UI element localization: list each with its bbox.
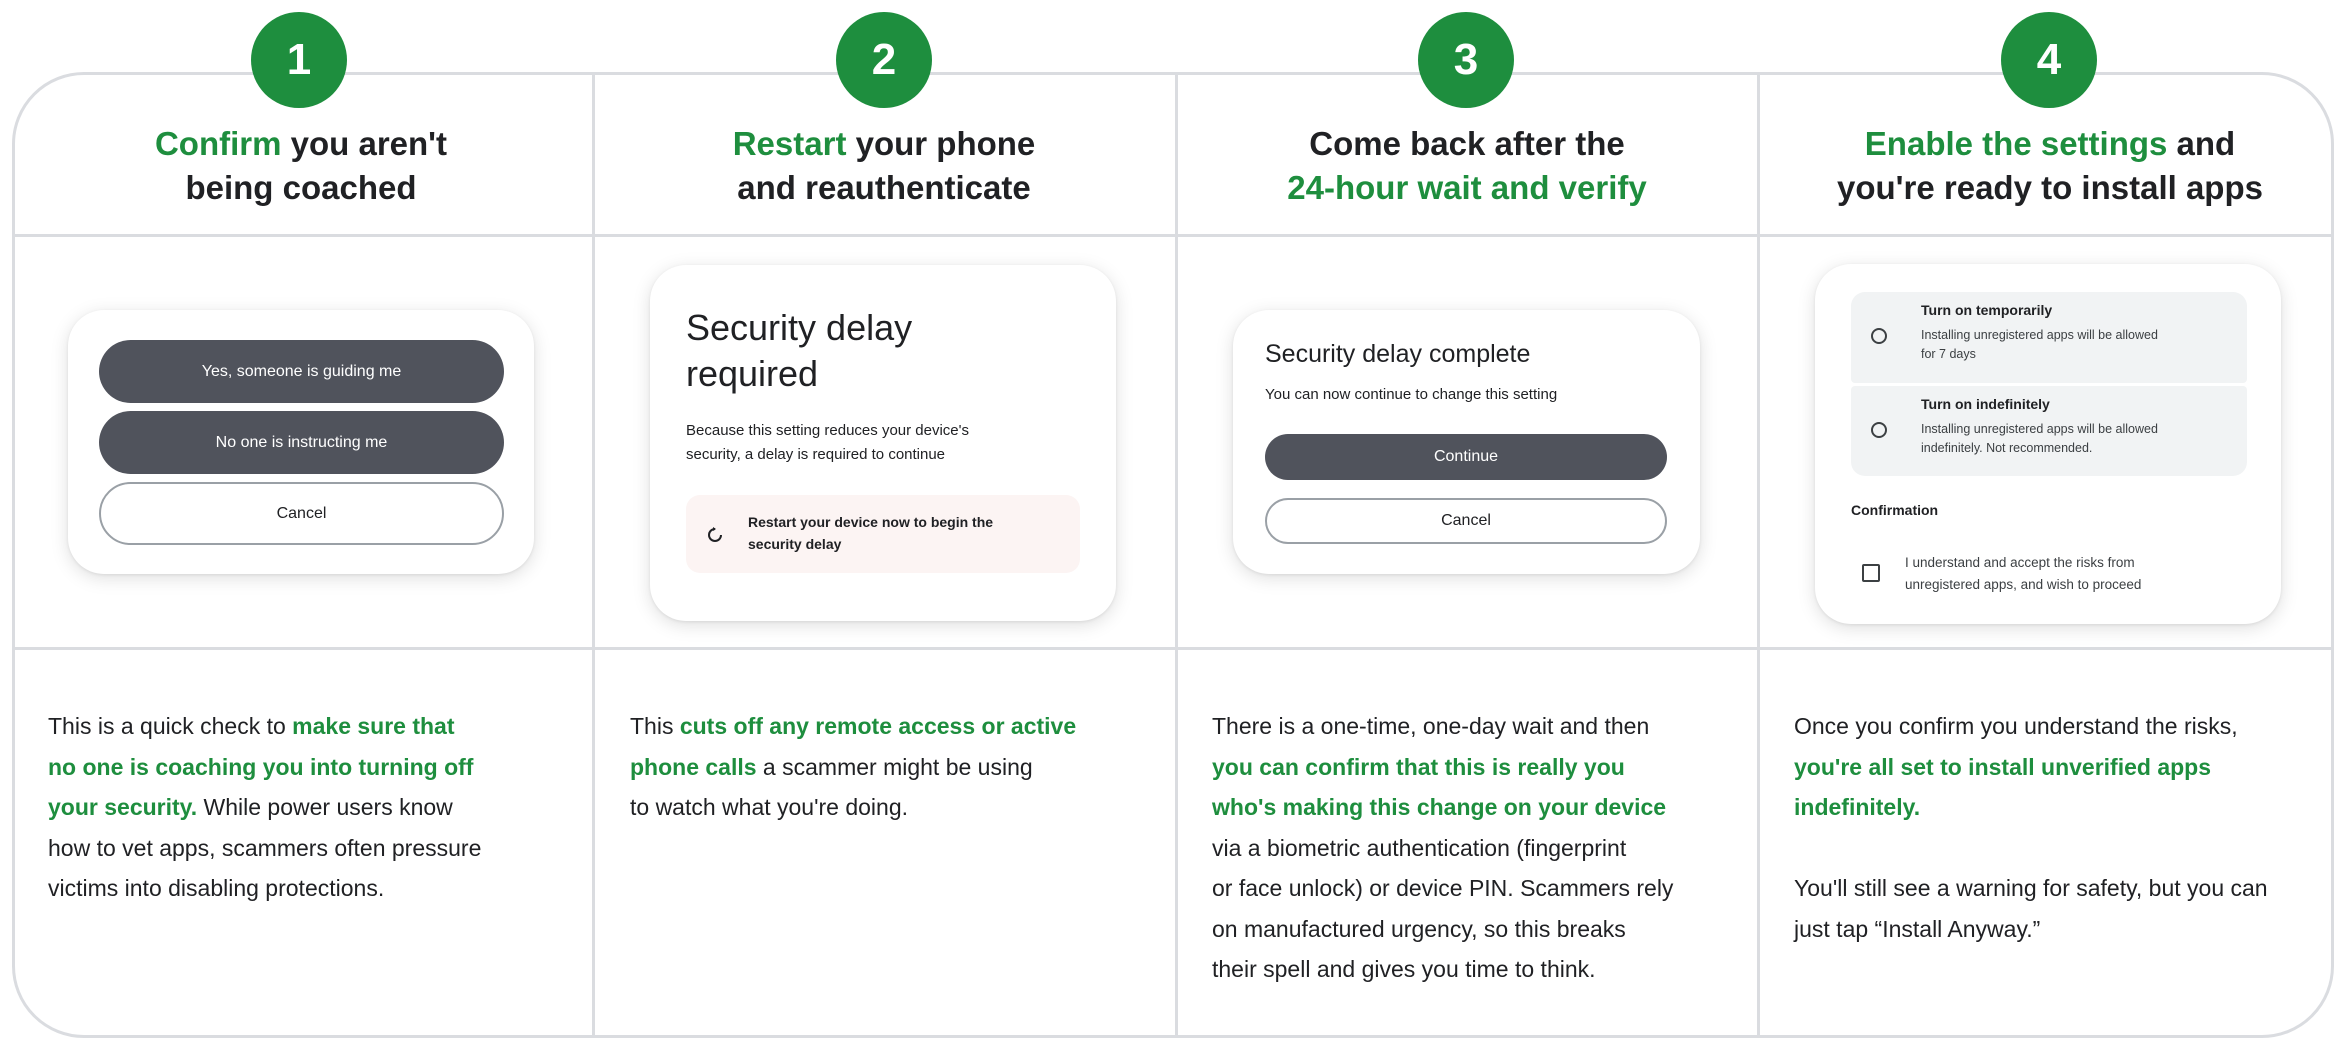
delay-complete-body: You can now continue to change this sett…	[1265, 386, 1558, 403]
step-2-title-rest: your phone	[846, 125, 1036, 162]
step-3-description: There is a one-time, one-day wait and th…	[1212, 713, 1674, 982]
restart-notice[interactable]: Restart your device now to begin the sec…	[686, 495, 1080, 573]
step-1-title: Confirm you aren't being coached	[10, 122, 592, 210]
step-4-title-rest: and	[2167, 125, 2236, 162]
restart-notice-text: Restart your device now to begin the sec…	[748, 514, 994, 552]
option-indefinitely[interactable]: Turn on indefinitely Installing unregist…	[1851, 386, 2247, 476]
option-indefinitely-desc: Installing unregistered apps will be all…	[1921, 422, 2158, 455]
accept-risks-label: I understand and accept the risks from u…	[1905, 555, 2142, 592]
restart-icon	[708, 527, 722, 542]
delay-required-heading: Security delay required	[686, 307, 913, 394]
step-3-badge: 3	[1418, 12, 1514, 108]
step-2-title: Restart your phone and reauthenticate	[593, 122, 1175, 210]
install-settings-card: Turn on temporarily Installing unregiste…	[1815, 264, 2281, 624]
coaching-check-card: Yes, someone is guiding me No one is ins…	[68, 310, 534, 574]
option-temporarily-title: Turn on temporarily	[1921, 302, 2053, 318]
step-1-title-line2: being coached	[185, 169, 417, 206]
delay-complete-heading: Security delay complete	[1265, 340, 1531, 368]
step-3-title-line1: Come back after the	[1309, 125, 1625, 162]
continue-button[interactable]: Continue	[1265, 434, 1667, 480]
no-one-instructing-button[interactable]: No one is instructing me	[99, 411, 504, 474]
radio-temporarily[interactable]	[1871, 328, 1887, 344]
step-2-title-line2: and reauthenticate	[737, 169, 1031, 206]
yes-guided-button[interactable]: Yes, someone is guiding me	[99, 340, 504, 403]
option-indefinitely-title: Turn on indefinitely	[1921, 396, 2050, 412]
column-divider-2	[1175, 74, 1178, 1036]
step-4-description: Once you confirm you understand the risk…	[1794, 713, 2268, 942]
step-2-description: This cuts off any remote access or activ…	[630, 713, 1077, 820]
header-divider	[14, 234, 2332, 237]
column-divider-1	[592, 74, 595, 1036]
security-delay-complete-card: Security delay complete You can now cont…	[1233, 310, 1700, 574]
step-3-title-highlight: 24-hour wait and verify	[1287, 169, 1647, 206]
step-3-title: Come back after the 24-hour wait and ver…	[1176, 122, 1758, 210]
step-1-description: This is a quick check to make sure that …	[48, 713, 482, 901]
confirmation-label: Confirmation	[1851, 502, 1939, 518]
option-temporarily-desc: Installing unregistered apps will be all…	[1921, 328, 2158, 361]
step-1-title-rest: you aren't	[281, 125, 448, 162]
step-1-title-highlight: Confirm	[154, 125, 282, 162]
cancel-button[interactable]: Cancel	[1265, 498, 1667, 544]
security-delay-required-card: Security delay required Because this set…	[650, 265, 1116, 621]
radio-indefinitely[interactable]	[1871, 422, 1887, 438]
step-4-badge: 4	[2001, 12, 2097, 108]
step-4-title: Enable the settings and you're ready to …	[1759, 122, 2341, 210]
step-2-badge: 2	[836, 12, 932, 108]
cancel-button[interactable]: Cancel	[99, 482, 504, 545]
delay-required-body: Because this setting reduces your device…	[686, 422, 970, 463]
step-4-title-highlight: Enable the settings	[1864, 125, 2168, 162]
step-4-title-line2: you're ready to install apps	[1837, 169, 2263, 206]
step-2-title-highlight: Restart	[732, 125, 847, 162]
accept-risks-checkbox[interactable]	[1862, 564, 1880, 582]
card-divider	[14, 647, 2332, 650]
column-divider-3	[1757, 74, 1760, 1036]
step-1-badge: 1	[251, 12, 347, 108]
option-temporarily[interactable]: Turn on temporarily Installing unregiste…	[1851, 292, 2247, 383]
